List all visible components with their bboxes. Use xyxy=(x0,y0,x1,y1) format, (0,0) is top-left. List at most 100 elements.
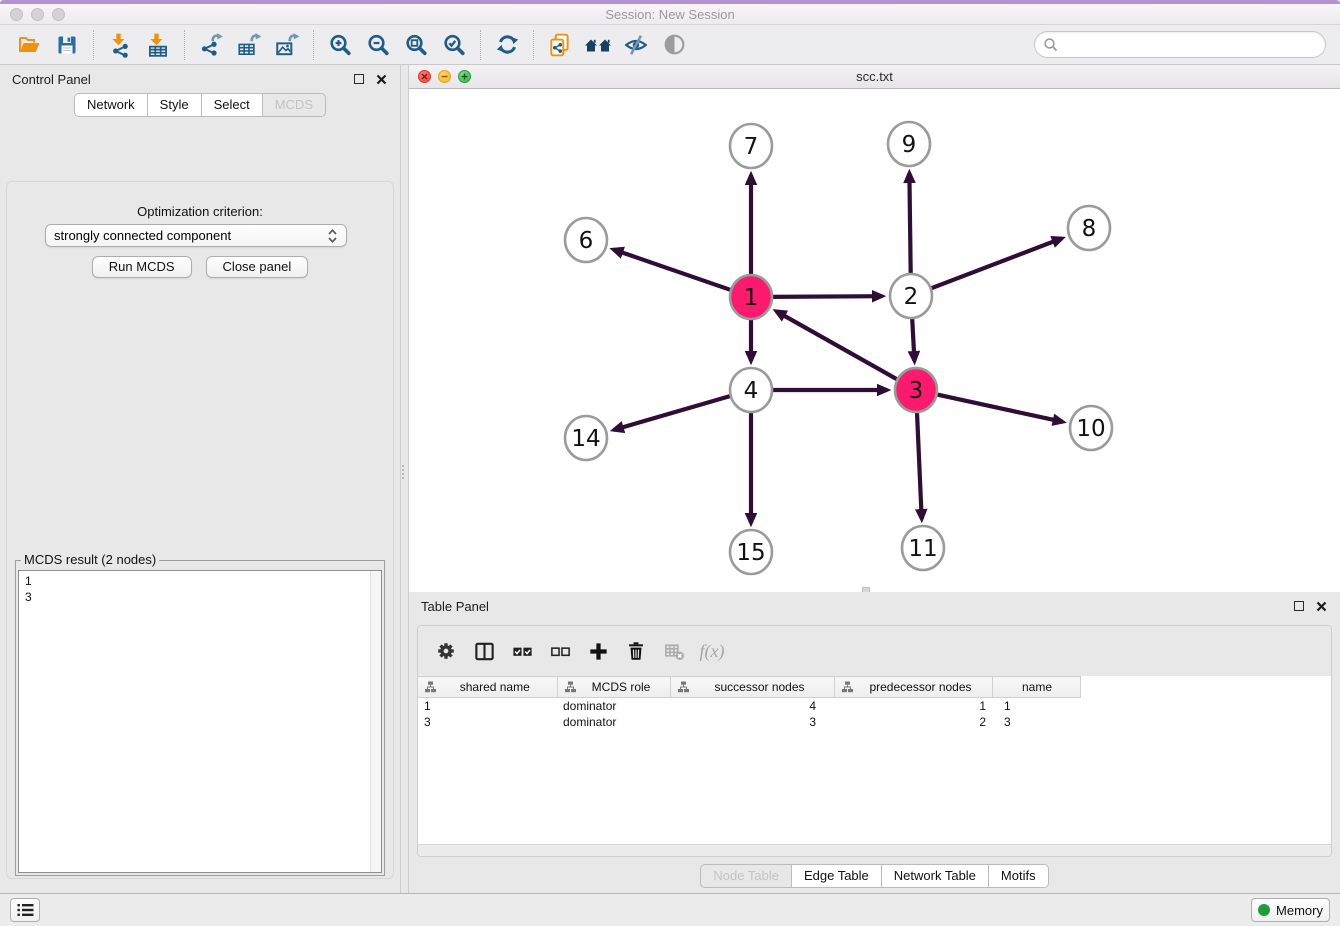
cell-shared-name[interactable]: 1 xyxy=(418,698,557,714)
cell-mcds-role[interactable]: dominator xyxy=(557,698,670,714)
apply-preferred-layout-button[interactable] xyxy=(488,28,526,62)
open-session-button[interactable] xyxy=(10,28,48,62)
cell-shared-name[interactable]: 3 xyxy=(418,714,557,730)
cell-predecessor-nodes[interactable]: 2 xyxy=(834,714,992,730)
node-table: shared name MCDS role successor nodes pr… xyxy=(418,676,1081,730)
column-header-predecessor-nodes[interactable]: predecessor nodes xyxy=(834,677,992,698)
table-panel-title: Table Panel xyxy=(421,599,489,614)
plus-icon xyxy=(587,640,610,663)
tab-network[interactable]: Network xyxy=(74,93,147,117)
close-panel-button[interactable] xyxy=(374,72,388,86)
select-all-button[interactable] xyxy=(506,635,538,667)
table-horizontal-scrollbar[interactable] xyxy=(418,844,1331,856)
network-canvas[interactable]: 1234678910111415 xyxy=(409,89,1340,592)
column-header-name[interactable]: name xyxy=(992,677,1080,698)
add-row-button[interactable] xyxy=(582,635,614,667)
zoom-out-icon xyxy=(366,33,390,57)
hierarchy-icon xyxy=(841,681,854,693)
hide-panels-button[interactable] xyxy=(617,28,655,62)
import-network-button[interactable] xyxy=(101,28,139,62)
graph-edge-1-6[interactable] xyxy=(613,249,735,291)
memory-button[interactable]: Memory xyxy=(1251,898,1330,922)
close-panel-button-mcds[interactable]: Close panel xyxy=(206,256,309,278)
table-row[interactable]: 3 dominator 3 2 3 xyxy=(418,714,1080,730)
mcds-panel: Optimization criterion: strongly connect… xyxy=(6,181,394,879)
save-floppy-icon xyxy=(55,33,79,57)
tab-style[interactable]: Style xyxy=(147,93,201,117)
zoom-out-button[interactable] xyxy=(359,28,397,62)
tab-mcds[interactable]: MCDS xyxy=(262,93,326,117)
graph-node-label-10: 10 xyxy=(1076,416,1105,442)
graph-node-label-7: 7 xyxy=(744,134,759,160)
graph-edge-3-1[interactable] xyxy=(776,311,901,381)
cell-predecessor-nodes[interactable]: 1 xyxy=(834,698,992,714)
network-overview-button[interactable] xyxy=(579,28,617,62)
apply-function-button[interactable]: f(x) xyxy=(696,635,728,667)
float-panel-button[interactable] xyxy=(352,72,366,86)
result-scrollbar[interactable] xyxy=(370,571,381,872)
mcds-result-text[interactable]: 1 3 xyxy=(19,571,381,607)
delete-table-icon xyxy=(663,640,686,663)
export-table-button[interactable] xyxy=(230,28,268,62)
search-input[interactable] xyxy=(1059,35,1325,55)
hierarchy-icon xyxy=(424,681,437,693)
zoom-fit-button[interactable] xyxy=(397,28,435,62)
cell-successor-nodes[interactable]: 3 xyxy=(670,714,834,730)
table-row[interactable]: 1 dominator 4 1 1 xyxy=(418,698,1080,714)
graph-node-label-6: 6 xyxy=(579,228,594,254)
column-header-mcds-role[interactable]: MCDS role xyxy=(557,677,670,698)
duplicate-network-icon xyxy=(547,32,573,58)
column-header-shared-name[interactable]: shared name xyxy=(418,677,557,698)
run-mcds-button[interactable]: Run MCDS xyxy=(92,256,192,278)
vertical-splitter-grip[interactable] xyxy=(402,465,407,479)
delete-row-button[interactable] xyxy=(620,635,652,667)
network-window-titlebar: scc.txt xyxy=(409,65,1340,89)
graph-edge-4-14[interactable] xyxy=(614,395,735,430)
save-session-button[interactable] xyxy=(48,28,86,62)
graph-edge-3-11[interactable] xyxy=(917,407,922,519)
zoom-in-button[interactable] xyxy=(321,28,359,62)
graph-edge-2-8[interactable] xyxy=(927,238,1062,290)
export-image-button[interactable] xyxy=(268,28,306,62)
graph-node-label-1: 1 xyxy=(744,285,759,311)
cell-successor-nodes[interactable]: 4 xyxy=(670,698,834,714)
table-options-button[interactable] xyxy=(430,635,462,667)
search-icon xyxy=(1043,37,1059,53)
memory-status-icon xyxy=(1258,904,1270,916)
delete-table-button[interactable] xyxy=(658,635,690,667)
graph-edge-2-3[interactable] xyxy=(912,313,915,361)
tab-edge-table[interactable]: Edge Table xyxy=(791,864,881,888)
criterion-select[interactable]: strongly connected component xyxy=(45,224,347,247)
cell-name[interactable]: 1 xyxy=(992,698,1080,714)
zoom-selected-button[interactable] xyxy=(435,28,473,62)
graph-node-label-3: 3 xyxy=(909,378,924,404)
graph-node-label-14: 14 xyxy=(571,426,600,452)
deselect-all-icon xyxy=(549,640,572,663)
table-panel-tabs: Node Table Edge Table Network Table Moti… xyxy=(409,864,1340,888)
import-table-button[interactable] xyxy=(139,28,177,62)
graph-edge-3-10[interactable] xyxy=(933,394,1063,422)
graph-node-label-8: 8 xyxy=(1082,216,1097,242)
mcds-result-groupbox: MCDS result (2 nodes) 1 3 xyxy=(15,560,385,876)
graph-edge-1-2[interactable] xyxy=(768,296,882,297)
tab-network-table[interactable]: Network Table xyxy=(881,864,988,888)
tab-select[interactable]: Select xyxy=(201,93,262,117)
list-icon xyxy=(17,903,34,917)
table-panel-header: Table Panel xyxy=(409,592,1340,620)
show-graphics-details-button[interactable] xyxy=(655,28,693,62)
toolbar-separator xyxy=(93,30,94,60)
column-header-successor-nodes[interactable]: successor nodes xyxy=(670,677,834,698)
tab-motifs[interactable]: Motifs xyxy=(988,864,1049,888)
show-columns-button[interactable] xyxy=(468,635,500,667)
cell-name[interactable]: 3 xyxy=(992,714,1080,730)
task-history-button[interactable] xyxy=(10,898,40,922)
toolbar-separator xyxy=(313,30,314,60)
duplicate-network-button[interactable] xyxy=(541,28,579,62)
export-network-button[interactable] xyxy=(192,28,230,62)
deselect-all-button[interactable] xyxy=(544,635,576,667)
graph-edge-2-9[interactable] xyxy=(909,173,910,279)
cell-mcds-role[interactable]: dominator xyxy=(557,714,670,730)
table-close-button[interactable] xyxy=(1314,599,1328,613)
table-float-button[interactable] xyxy=(1292,599,1306,613)
tab-node-table[interactable]: Node Table xyxy=(700,864,791,888)
